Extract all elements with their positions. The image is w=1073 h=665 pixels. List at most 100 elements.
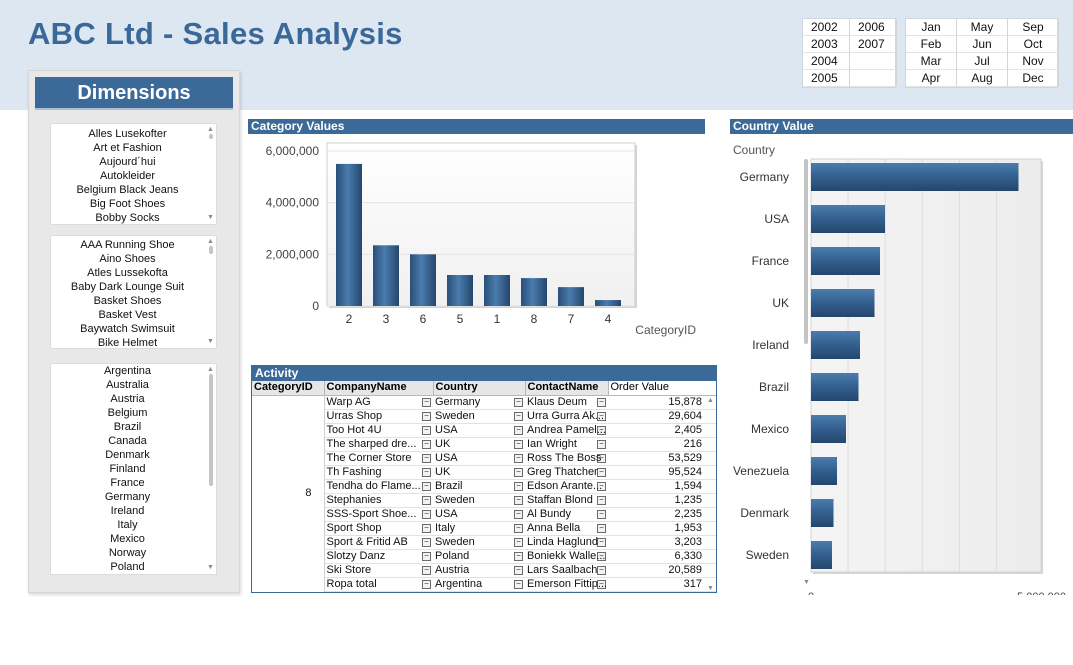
collapse-icon[interactable]: −	[597, 467, 606, 477]
list-item[interactable]: Poland	[51, 560, 216, 574]
list-item[interactable]: AAA Running Shoe	[51, 238, 216, 252]
year-option[interactable]: 2007	[850, 36, 897, 53]
collapse-icon[interactable]: −	[422, 523, 431, 533]
collapse-icon[interactable]: −	[422, 565, 431, 575]
collapse-icon[interactable]: −	[597, 495, 606, 505]
collapse-icon[interactable]: −	[514, 495, 523, 505]
list-item[interactable]: Atles Lussekofta	[51, 266, 216, 280]
month-option[interactable]: Dec	[1008, 70, 1059, 87]
collapse-icon[interactable]: −	[514, 439, 523, 449]
collapse-icon[interactable]: −	[422, 579, 431, 589]
column-header-categoryid[interactable]: CategoryID	[252, 381, 325, 396]
list-item[interactable]: Norway	[51, 546, 216, 560]
list-item[interactable]: Bike Helmet	[51, 336, 216, 348]
collapse-icon[interactable]: −	[422, 537, 431, 547]
list-item[interactable]: Aujourd´hui	[51, 155, 216, 169]
year-option[interactable]: 2005	[803, 70, 850, 87]
month-option[interactable]: May	[957, 19, 1008, 36]
scroll-down-icon[interactable]: ▼	[207, 338, 214, 345]
month-option[interactable]: Jul	[957, 53, 1008, 70]
month-option[interactable]: Feb	[906, 36, 957, 53]
list-item[interactable]: Belgium Black Jeans	[51, 183, 216, 197]
collapse-icon[interactable]: −	[422, 467, 431, 477]
list-item[interactable]: Big Foot Shoes	[51, 197, 216, 211]
month-option[interactable]: Oct	[1008, 36, 1059, 53]
column-header-country[interactable]: Country	[433, 381, 526, 396]
country-scrollbar[interactable]: ▲ ▼	[207, 366, 214, 574]
table-row[interactable]: 8− Warp AG − Germany − Klaus Deum 15,878	[252, 395, 716, 591]
list-item[interactable]: Finland	[51, 462, 216, 476]
collapse-icon[interactable]: −	[514, 551, 523, 561]
collapse-icon[interactable]: −	[422, 551, 431, 561]
list-item[interactable]: Baby Dark Lounge Suit	[51, 280, 216, 294]
list-item[interactable]: Mexico	[51, 532, 216, 546]
collapse-icon[interactable]: −	[597, 439, 606, 449]
list-item[interactable]: Aino Shoes	[51, 252, 216, 266]
collapse-icon[interactable]: −	[514, 537, 523, 547]
scroll-down-icon[interactable]: ▼	[207, 214, 214, 221]
scroll-thumb[interactable]	[208, 246, 213, 254]
list-item[interactable]: Art et Fashion	[51, 141, 216, 155]
collapse-icon[interactable]: −	[514, 509, 523, 519]
collapse-icon[interactable]: −	[422, 453, 431, 463]
collapse-icon[interactable]: −	[597, 565, 606, 575]
scroll-up-icon[interactable]: ▲	[207, 126, 214, 134]
month-option[interactable]: Aug	[957, 70, 1008, 87]
list-item[interactable]: France	[51, 476, 216, 490]
collapse-icon[interactable]: −	[422, 425, 431, 435]
product-scrollbar[interactable]: ▲ ▼	[207, 238, 214, 348]
scroll-up-icon[interactable]: ▲	[707, 397, 714, 405]
year-option[interactable]: 2002	[803, 19, 850, 36]
list-item[interactable]: Basket Vest	[51, 308, 216, 322]
activity-scrollbar[interactable]: ▲ ▼	[707, 397, 714, 592]
list-item[interactable]: Baywatch Swimsuit	[51, 322, 216, 336]
country-listbox[interactable]: Argentina Australia Austria Belgium Braz…	[50, 363, 217, 575]
list-item[interactable]: Germany	[51, 490, 216, 504]
list-item[interactable]: Belgium	[51, 406, 216, 420]
collapse-icon[interactable]: −	[514, 411, 523, 421]
collapse-icon[interactable]: −	[514, 453, 523, 463]
collapse-icon[interactable]: −	[514, 565, 523, 575]
collapse-icon[interactable]: −	[597, 537, 606, 547]
month-option[interactable]: Nov	[1008, 53, 1059, 70]
list-item[interactable]: Brazil	[51, 420, 216, 434]
scroll-thumb[interactable]	[208, 374, 213, 486]
list-item[interactable]: Australia	[51, 378, 216, 392]
scroll-up-icon[interactable]: ▲	[207, 366, 214, 374]
scroll-up-icon[interactable]: ▲	[207, 238, 214, 246]
collapse-icon[interactable]: −	[514, 579, 523, 589]
collapse-icon[interactable]: −	[514, 425, 523, 435]
collapse-icon[interactable]: −	[597, 523, 606, 533]
collapse-icon[interactable]: −	[422, 481, 431, 491]
column-header-order-value[interactable]: Order Value	[608, 381, 716, 396]
collapse-icon[interactable]: −	[514, 397, 523, 407]
column-header-contactname[interactable]: ContactName	[525, 381, 609, 396]
list-item[interactable]: Italy	[51, 518, 216, 532]
scroll-down-icon[interactable]: ▼	[707, 585, 714, 592]
month-option[interactable]: Sep	[1008, 19, 1059, 36]
collapse-icon[interactable]: −	[422, 397, 431, 407]
list-item[interactable]: Bobby Socks	[51, 211, 216, 224]
year-option[interactable]: 2003	[803, 36, 850, 53]
month-option[interactable]: Jun	[957, 36, 1008, 53]
list-item[interactable]: Argentina	[51, 364, 216, 378]
company-listbox[interactable]: Alles Lusekofter Art et Fashion Aujourd´…	[50, 123, 217, 225]
list-item[interactable]: Autokleider	[51, 169, 216, 183]
collapse-icon[interactable]: −	[514, 523, 523, 533]
collapse-icon[interactable]: −	[422, 439, 431, 449]
list-item[interactable]: Ireland	[51, 504, 216, 518]
collapse-icon[interactable]: −	[597, 397, 606, 407]
list-item[interactable]: Austria	[51, 392, 216, 406]
collapse-icon[interactable]: −	[514, 481, 523, 491]
list-item[interactable]: Basket Shoes	[51, 294, 216, 308]
year-option[interactable]: 2004	[803, 53, 850, 70]
collapse-icon[interactable]: −	[514, 467, 523, 477]
column-header-companyname[interactable]: CompanyName	[324, 381, 434, 396]
collapse-icon[interactable]: −	[422, 495, 431, 505]
month-option[interactable]: Apr	[906, 70, 957, 87]
list-item[interactable]: Denmark	[51, 448, 216, 462]
month-option[interactable]: Mar	[906, 53, 957, 70]
product-listbox[interactable]: AAA Running Shoe Aino Shoes Atles Lussek…	[50, 235, 217, 349]
company-scrollbar[interactable]: ▲ ▼	[207, 126, 214, 224]
scroll-down-icon[interactable]: ▼	[207, 564, 214, 571]
